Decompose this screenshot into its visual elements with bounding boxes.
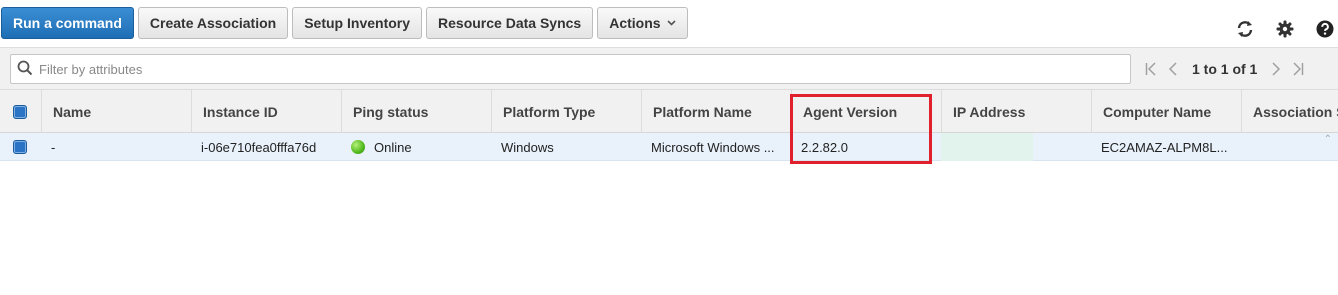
cell-computer-name: EC2AMAZ-ALPM8L... (1101, 139, 1228, 155)
search-icon (17, 60, 33, 79)
gear-icon[interactable] (1274, 18, 1296, 40)
next-page-icon[interactable] (1265, 56, 1287, 82)
create-association-button[interactable]: Create Association (137, 7, 289, 39)
filter-input[interactable] (33, 55, 1130, 83)
column-header-ping-status[interactable]: Ping status (341, 90, 491, 134)
toolbar: Run a command Create Association Setup I… (1, 7, 688, 39)
column-header-name[interactable]: Name (41, 90, 191, 134)
refresh-icon[interactable] (1234, 18, 1256, 40)
cell-name: - (51, 139, 56, 155)
row-select-cell (0, 133, 41, 161)
scroll-up-icon[interactable]: ⌃ (1324, 134, 1332, 145)
column-header-platform-type[interactable]: Platform Type (491, 90, 641, 134)
help-icon[interactable] (1314, 18, 1336, 40)
filter-bar: 1 to 1 of 1 (0, 47, 1338, 89)
top-icons (1234, 18, 1336, 40)
prev-page-icon[interactable] (1162, 56, 1184, 82)
row-checkbox[interactable] (13, 140, 27, 154)
table-header: Name Instance ID Ping status Platform Ty… (0, 89, 1338, 134)
column-header-agent-version[interactable]: Agent Version (791, 90, 941, 134)
pagination: 1 to 1 of 1 (1140, 56, 1309, 82)
cell-platform-name: Microsoft Windows ... (651, 139, 775, 155)
select-all-cell (0, 90, 41, 134)
online-status-icon (351, 140, 365, 154)
instances-table: Name Instance ID Ping status Platform Ty… (0, 89, 1338, 161)
ip-address-value (941, 133, 1033, 161)
cell-agent-version: 2.2.82.0 (801, 139, 848, 155)
column-header-association-status[interactable]: Association S (1241, 90, 1338, 134)
setup-inventory-button[interactable]: Setup Inventory (292, 7, 423, 39)
run-command-button[interactable]: Run a command (1, 7, 134, 39)
column-header-ip-address[interactable]: IP Address (941, 90, 1091, 134)
first-page-icon[interactable] (1140, 56, 1162, 82)
select-all-checkbox[interactable] (13, 105, 27, 119)
cell-platform-type: Windows (501, 139, 554, 155)
table-row[interactable]: - i-06e710fea0fffa76d Online Windows Mic… (0, 133, 1338, 161)
cell-ip-address (941, 133, 1091, 161)
column-header-computer-name[interactable]: Computer Name (1091, 90, 1241, 134)
actions-label: Actions (609, 15, 661, 31)
pagination-text: 1 to 1 of 1 (1192, 61, 1258, 77)
last-page-icon[interactable] (1287, 56, 1309, 82)
column-header-platform-name[interactable]: Platform Name (641, 90, 791, 134)
cell-instance-id: i-06e710fea0fffa76d (201, 139, 317, 155)
column-header-instance-id[interactable]: Instance ID (191, 90, 341, 134)
chevron-down-icon (666, 18, 676, 29)
actions-dropdown-button[interactable]: Actions (597, 7, 688, 39)
resource-data-syncs-button[interactable]: Resource Data Syncs (426, 7, 594, 39)
cell-ping-status: Online (341, 133, 491, 161)
ping-status-text: Online (374, 139, 412, 155)
filter-field[interactable] (10, 54, 1131, 84)
